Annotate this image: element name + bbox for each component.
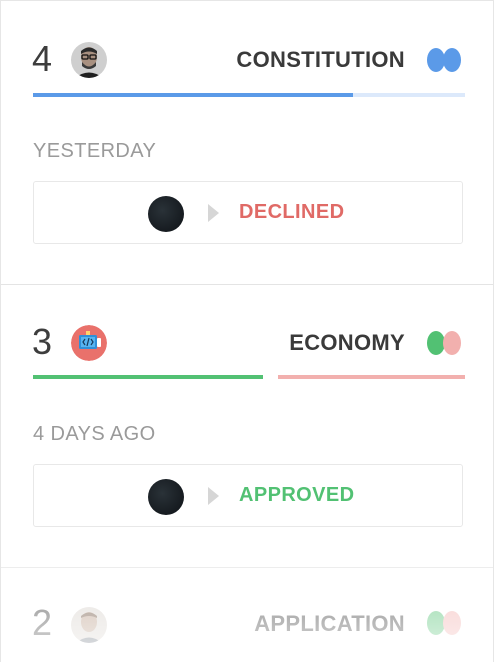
arrow-right-icon bbox=[208, 487, 219, 505]
no-dot bbox=[443, 331, 461, 355]
proposal-title: ECONOMY bbox=[289, 330, 405, 355]
no-dot bbox=[443, 48, 461, 72]
progress-bar-track bbox=[353, 93, 465, 97]
proposal-number: 4 bbox=[32, 38, 53, 79]
voter-avatar[interactable] bbox=[148, 479, 184, 515]
vote-tally-indicator bbox=[427, 331, 463, 355]
vote-result-label: APPROVED bbox=[239, 484, 355, 506]
voter-avatar[interactable] bbox=[148, 196, 184, 232]
progress-bar-yes bbox=[33, 375, 263, 379]
vote-tally-indicator bbox=[427, 48, 463, 72]
user-photo-icon bbox=[71, 607, 107, 643]
avatar[interactable] bbox=[71, 325, 107, 361]
proposal-title: CONSTITUTION bbox=[236, 47, 405, 72]
arrow-right-icon bbox=[208, 204, 219, 222]
vote-result-box[interactable]: DECLINED bbox=[33, 181, 463, 244]
vote-result-box[interactable]: APPROVED bbox=[33, 464, 463, 527]
proposal-card[interactable]: 2 APPLICATION bbox=[1, 567, 493, 663]
progress-bar-fill bbox=[33, 93, 353, 97]
vote-result-label: DECLINED bbox=[239, 201, 345, 223]
vote-tally-indicator bbox=[427, 611, 463, 635]
proposal-number: 3 bbox=[32, 321, 53, 362]
proposal-number: 2 bbox=[32, 602, 53, 643]
no-dot bbox=[443, 611, 461, 635]
avatar[interactable] bbox=[71, 42, 107, 78]
avatar[interactable] bbox=[71, 607, 107, 643]
proposal-card[interactable]: 4 CONSTITUTION YESTERDAY DECLINED bbox=[1, 1, 493, 285]
timestamp: YESTERDAY bbox=[33, 140, 157, 162]
user-photo-icon bbox=[71, 42, 107, 78]
proposal-card[interactable]: 3 ECONOMY 4 DAYS AGO APPROVED bbox=[1, 284, 493, 568]
progress-bar-no bbox=[278, 375, 465, 379]
proposal-title: APPLICATION bbox=[254, 611, 405, 636]
code-laptop-icon bbox=[71, 325, 107, 361]
timestamp: 4 DAYS AGO bbox=[33, 423, 156, 445]
proposal-feed: 4 CONSTITUTION YESTERDAY DECLINED 3 ECON… bbox=[0, 0, 494, 663]
